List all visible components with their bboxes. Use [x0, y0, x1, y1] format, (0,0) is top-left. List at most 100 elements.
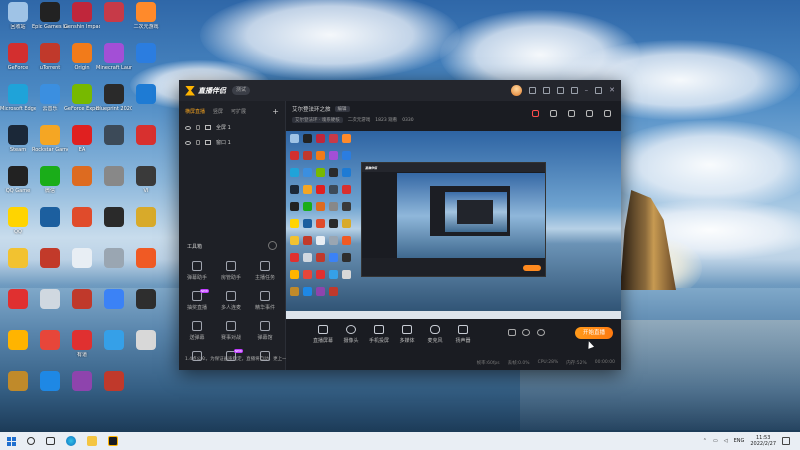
toolbox-item[interactable]: 赛事对战 — [216, 321, 246, 341]
edge-taskbar-icon[interactable] — [66, 436, 76, 446]
category-chip[interactable]: 艾尔登法环 · 魂系硬核 — [292, 117, 343, 123]
lock-icon[interactable] — [196, 140, 200, 145]
desktop-icon[interactable] — [96, 248, 132, 286]
desktop-icon[interactable] — [128, 125, 164, 163]
desktop-icon[interactable]: Steam — [0, 125, 36, 163]
desktop-icon[interactable] — [128, 248, 164, 286]
desktop-icon[interactable] — [64, 166, 100, 204]
toolbox-item[interactable]: 抽奖直播 NEW — [182, 289, 212, 311]
desktop-icon[interactable]: QQ Game — [0, 166, 36, 204]
desktop-icon[interactable]: VI — [128, 166, 164, 204]
live-preview[interactable]: 直播伴侣 — [286, 131, 621, 319]
desktop-icon[interactable] — [32, 371, 68, 409]
desktop-icon[interactable] — [64, 289, 100, 327]
toolbox-collapse-icon[interactable] — [268, 241, 277, 250]
desktop-icon[interactable] — [128, 330, 164, 368]
start-live-button[interactable]: 开始直播 — [575, 327, 613, 339]
desktop-icon[interactable] — [96, 166, 132, 204]
desktop-icon[interactable]: Blueprint 2020 — [96, 84, 132, 122]
speaker-button[interactable]: 扬声器 — [448, 325, 478, 344]
desktop-icon[interactable] — [96, 330, 132, 368]
desktop-icon[interactable] — [96, 125, 132, 163]
image-icon[interactable] — [568, 110, 575, 117]
toolbox-item[interactable]: 精华事件 — [250, 291, 280, 311]
desktop-icon[interactable] — [0, 248, 36, 286]
toolbox-item[interactable]: 送弹幕 — [182, 321, 212, 341]
toolbox-item[interactable]: 房管助手 — [216, 261, 246, 281]
desktop-icon[interactable]: GeForce — [0, 43, 36, 81]
source-row[interactable]: 窗口 1 — [179, 135, 285, 150]
desktop-icon[interactable]: Minecraft Launcher — [96, 43, 132, 81]
desktop-icon[interactable]: Origin — [64, 43, 100, 81]
desktop-icon[interactable] — [0, 330, 36, 368]
desktop-icon[interactable]: GeForce Experience — [64, 84, 100, 122]
toolbox-item[interactable]: 弹幕馆 — [250, 321, 280, 341]
desktop-icon[interactable] — [128, 43, 164, 81]
desktop-icon[interactable]: 二次元游戏 — [128, 2, 164, 40]
desktop-icon[interactable] — [96, 207, 132, 245]
message-icon[interactable] — [528, 87, 536, 94]
settings-icon[interactable] — [537, 329, 545, 336]
media-button[interactable]: 多媒体 — [392, 325, 422, 344]
search-icon[interactable] — [27, 437, 35, 445]
desktop-icon[interactable]: Rockstar Games Launcher — [32, 125, 68, 163]
record-icon[interactable] — [508, 329, 516, 336]
camera-button[interactable]: 摄像头 — [336, 325, 366, 344]
task-view-icon[interactable] — [46, 437, 55, 445]
clock[interactable]: 11:53 2022/2/27 — [750, 435, 776, 447]
desktop-icon[interactable]: 回收站 — [0, 2, 36, 40]
desktop-icon[interactable] — [128, 207, 164, 245]
share-network-icon[interactable] — [604, 110, 611, 117]
network-icon[interactable]: ▭ — [713, 438, 718, 444]
tab-portrait[interactable]: 竖屏 — [213, 108, 223, 115]
toolbox-item[interactable]: 多人连麦 — [216, 291, 246, 311]
add-scene-icon[interactable]: + — [272, 107, 279, 116]
desktop-icon[interactable] — [64, 248, 100, 286]
lock-icon[interactable] — [196, 125, 200, 130]
window-titlebar[interactable]: 直播伴侣 测试 – ✕ — [179, 80, 621, 101]
desktop-icon[interactable] — [64, 371, 100, 409]
desktop-icon[interactable] — [32, 289, 68, 327]
gift-icon[interactable] — [556, 87, 564, 94]
desktop-icon[interactable] — [96, 2, 132, 40]
minimize-icon[interactable]: – — [585, 87, 589, 94]
desktop-icon[interactable] — [32, 330, 68, 368]
avatar[interactable] — [510, 85, 522, 96]
tab-landscape[interactable]: 横屏直播 — [185, 108, 205, 115]
language-indicator[interactable]: ENG — [734, 438, 745, 444]
chevron-up-icon[interactable]: ⌃ — [703, 438, 707, 444]
microphone-button[interactable]: 麦克风 — [420, 325, 450, 344]
desktop-icon[interactable] — [32, 248, 68, 286]
desktop-icon[interactable] — [96, 289, 132, 327]
desktop-icon[interactable]: Microsoft Edge — [0, 84, 36, 122]
menu-icon[interactable] — [570, 87, 578, 94]
desktop-icon[interactable] — [96, 371, 132, 409]
monitor-icon[interactable] — [542, 87, 550, 94]
edit-tag[interactable]: 编辑 — [334, 106, 350, 112]
desktop-icon[interactable] — [128, 84, 164, 122]
desktop-icon[interactable] — [0, 289, 36, 327]
screen-capture-button[interactable]: 直播屏幕 — [308, 325, 338, 344]
gift-icon[interactable] — [532, 110, 539, 117]
room-title[interactable]: 艾尔登法环之旅 — [292, 105, 331, 113]
desktop-icon[interactable] — [64, 207, 100, 245]
toolbox-item[interactable]: 弹幕助手 — [182, 261, 212, 281]
desktop-icon[interactable]: uTorrent — [32, 43, 68, 81]
live-companion-taskbar-icon[interactable] — [108, 436, 118, 446]
maximize-icon[interactable] — [595, 87, 603, 94]
notification-icon[interactable] — [782, 437, 790, 445]
desktop-icon[interactable]: Genshin Impact — [64, 2, 100, 40]
eye-icon[interactable] — [185, 125, 191, 130]
desktop-icon[interactable]: EA — [64, 125, 100, 163]
desktop-icon[interactable]: Epic Games Launcher — [32, 2, 68, 40]
desktop-icon[interactable] — [128, 289, 164, 327]
eye-icon[interactable] — [185, 140, 191, 145]
desktop-icon[interactable]: QQ — [0, 207, 36, 245]
file-explorer-icon[interactable] — [87, 436, 97, 446]
source-row[interactable]: 全屏 1 — [179, 120, 285, 135]
volume-icon[interactable]: ◁ — [724, 438, 728, 444]
toolbox-item[interactable]: 主播任务 — [250, 261, 280, 281]
desktop-icon[interactable]: 云音乐 — [32, 84, 68, 122]
desktop-icon[interactable] — [32, 207, 68, 245]
share-icon[interactable] — [550, 110, 557, 117]
